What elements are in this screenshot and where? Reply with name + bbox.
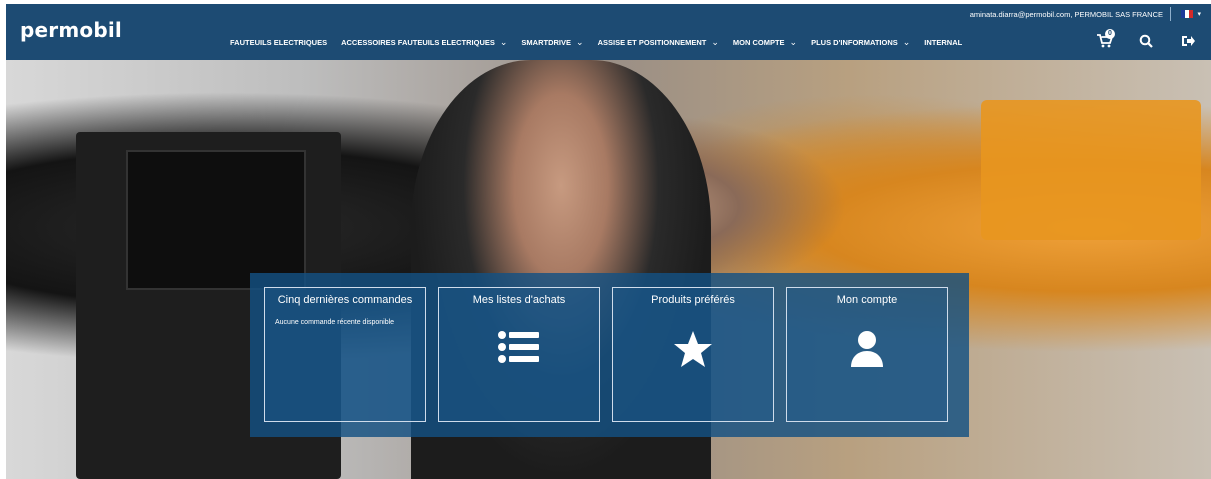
nav-item-label: ASSISE ET POSITIONNEMENT [597,38,707,47]
tile-favorite-products[interactable]: Produits préférés [612,287,774,422]
nav-item-label: MON COMPTE [732,38,785,47]
star-icon [613,330,773,368]
nav-item-label: SMARTDRIVE [521,38,572,47]
nav-item-label: INTERNAL [924,38,963,47]
dashboard-panel: Cinq dernières commandes Aucune commande… [250,273,969,437]
language-flag-icon[interactable] [1181,10,1193,18]
nav-item-label: PLUS D'INFORMATIONS [811,38,898,47]
list-icon [439,330,599,364]
shopping-cart-icon[interactable]: 0 [1097,29,1115,51]
tile-title: Mon compte [836,294,898,306]
tile-my-account[interactable]: Mon compte [786,287,948,422]
chevron-down-icon: ⌄ [902,37,911,47]
language-caret-icon[interactable]: ▾ [1197,10,1201,18]
user-account-line[interactable]: aminata.diarra@permobil.com, PERMOBIL SA… [970,10,1163,19]
nav-item-label: FAUTEUILS ELECTRIQUES [230,38,328,47]
tile-title: Mes listes d'achats [472,294,566,306]
site-header: permobil aminata.diarra@permobil.com, PE… [6,4,1211,60]
permobil-logo[interactable]: permobil [20,18,122,42]
cart-count-badge: 0 [1105,29,1115,39]
nav-item-label: ACCESSOIRES FAUTEUILS ELECTRIQUES [341,38,495,47]
tile-title: Cinq dernières commandes [277,294,413,306]
search-icon[interactable] [1139,34,1153,51]
tile-empty-message: Aucune commande récente disponible [275,319,395,326]
nav-item-internal[interactable]: INTERNAL [924,37,962,48]
tile-title: Produits préférés [651,294,735,306]
main-nav: FAUTEUILS ELECTRIQUES ACCESSOIRES FAUTEU… [230,37,962,48]
chevron-down-icon: ⌄ [576,37,584,47]
nav-item-plus-informations[interactable]: PLUS D'INFORMATIONS ⌄ [811,37,910,48]
chevron-down-icon: ⌄ [789,37,798,47]
nav-item-accessoires[interactable]: ACCESSOIRES FAUTEUILS ELECTRIQUES ⌄ [341,37,507,48]
nav-item-smartdrive[interactable]: SMARTDRIVE ⌄ [521,37,583,48]
nav-item-fauteuils-electriques[interactable]: FAUTEUILS ELECTRIQUES [230,37,327,48]
chevron-down-icon: ⌄ [499,37,508,47]
user-icon [787,330,947,368]
nav-item-mon-compte[interactable]: MON COMPTE ⌄ [733,37,797,48]
chevron-down-icon: ⌄ [711,37,719,47]
hero-wheelchair-panel-decor [126,150,306,290]
hero-shelf-decor [981,100,1201,240]
nav-item-assise[interactable]: ASSISE ET POSITIONNEMENT ⌄ [598,37,719,48]
sign-out-icon[interactable] [1181,34,1195,51]
header-divider [1170,7,1171,21]
tile-shopping-lists[interactable]: Mes listes d'achats [438,287,600,422]
tile-recent-orders[interactable]: Cinq dernières commandes Aucune commande… [264,287,426,422]
